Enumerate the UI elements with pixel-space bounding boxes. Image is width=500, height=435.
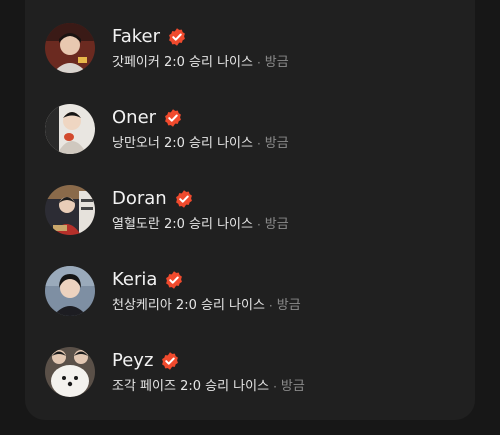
avatar[interactable] bbox=[45, 266, 95, 316]
comment-text: 열혈도란 2:0 승리 나이스 bbox=[112, 216, 253, 232]
comment-text: 갓페이커 2:0 승리 나이스 bbox=[112, 54, 253, 70]
separator: · bbox=[256, 217, 261, 232]
comment-item[interactable]: Oner 낭만오너 2:0 승리 나이스 · 방금 bbox=[45, 101, 455, 157]
avatar-photo-icon bbox=[45, 266, 95, 316]
username[interactable]: Oner bbox=[112, 107, 156, 129]
avatar-photo-icon bbox=[45, 23, 95, 73]
comment-card: Faker 갓페이커 2:0 승리 나이스 · 방금 Oner 낭만오너 2:0… bbox=[25, 0, 475, 420]
separator: · bbox=[273, 379, 277, 394]
verified-badge-icon bbox=[167, 27, 187, 47]
separator: · bbox=[268, 298, 273, 313]
timestamp: 방금 bbox=[276, 297, 301, 313]
verified-badge-icon bbox=[164, 270, 184, 290]
username[interactable]: Peyz bbox=[112, 350, 153, 372]
username[interactable]: Keria bbox=[112, 269, 157, 291]
comment-text: 천상케리아 2:0 승리 나이스 bbox=[112, 297, 265, 313]
avatar[interactable] bbox=[45, 347, 95, 397]
comment-item[interactable]: Keria 천상케리아 2:0 승리 나이스 · 방금 bbox=[45, 263, 455, 319]
username[interactable]: Doran bbox=[112, 188, 167, 210]
separator: · bbox=[256, 55, 261, 70]
verified-badge-icon bbox=[163, 108, 183, 128]
comment-text: 조각 페이즈 2:0 승리 나이스 bbox=[112, 378, 270, 394]
verified-badge-icon bbox=[160, 351, 180, 371]
separator: · bbox=[256, 136, 261, 151]
timestamp: 방금 bbox=[264, 135, 289, 151]
timestamp: 방금 bbox=[264, 54, 289, 70]
avatar-photo-icon bbox=[45, 104, 95, 154]
avatar[interactable] bbox=[45, 185, 95, 235]
comment-item[interactable]: Peyz 조각 페이즈 2:0 승리 나이스 · 방금 bbox=[45, 344, 455, 400]
username[interactable]: Faker bbox=[112, 26, 160, 48]
avatar-photo-icon bbox=[45, 185, 95, 235]
avatar-photo-icon bbox=[45, 347, 95, 397]
comment-text: 낭만오너 2:0 승리 나이스 bbox=[112, 135, 253, 151]
comment-item[interactable]: Doran 열혈도란 2:0 승리 나이스 · 방금 bbox=[45, 182, 455, 238]
avatar[interactable] bbox=[45, 23, 95, 73]
verified-badge-icon bbox=[174, 189, 194, 209]
timestamp: 방금 bbox=[280, 378, 305, 394]
comment-item[interactable]: Faker 갓페이커 2:0 승리 나이스 · 방금 bbox=[45, 20, 455, 76]
timestamp: 방금 bbox=[264, 216, 289, 232]
avatar[interactable] bbox=[45, 104, 95, 154]
